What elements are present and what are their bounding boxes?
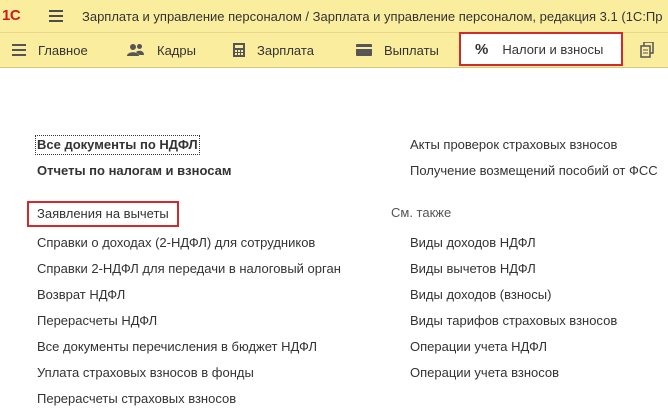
documents-icon bbox=[640, 41, 654, 58]
title-bar: 1С Зарплата и управление персоналом / За… bbox=[0, 0, 668, 33]
link-deduction-applications[interactable]: Заявления на вычеты bbox=[27, 201, 179, 227]
section-payments-label: Выплаты bbox=[384, 42, 439, 58]
link-income-types-contributions[interactable]: Виды доходов (взносы) bbox=[410, 287, 551, 303]
card-icon bbox=[356, 44, 372, 56]
link-fss-reimbursements[interactable]: Получение возмещений пособий от ФСС bbox=[410, 163, 658, 179]
app-logo: 1С bbox=[2, 7, 21, 24]
menu-lines-icon bbox=[12, 44, 26, 56]
link-all-ndfl-documents[interactable]: Все документы по НДФЛ bbox=[35, 135, 200, 155]
link-budget-transfer-documents[interactable]: Все документы перечисления в бюджет НДФЛ bbox=[37, 339, 317, 355]
calculator-icon bbox=[233, 43, 245, 57]
link-contribution-operations[interactable]: Операции учета взносов bbox=[410, 365, 559, 381]
link-insurance-recalculations[interactable]: Перерасчеты страховых взносов bbox=[37, 391, 236, 407]
section-more[interactable] bbox=[640, 33, 666, 67]
section-taxes-label: Налоги и взносы bbox=[502, 41, 604, 57]
link-insurance-tariff-types[interactable]: Виды тарифов страховых взносов bbox=[410, 313, 617, 329]
section-hr-label: Кадры bbox=[157, 42, 196, 58]
see-also-heading: См. также bbox=[391, 205, 452, 220]
section-panel: Главное Кадры Зарплата Выплаты % Налоги … bbox=[0, 32, 668, 68]
link-ndfl-operations[interactable]: Операции учета НДФЛ bbox=[410, 339, 547, 355]
window-title: Зарплата и управление персоналом / Зарпл… bbox=[82, 9, 663, 24]
main-menu-icon[interactable] bbox=[49, 10, 63, 22]
section-taxes[interactable]: % Налоги и взносы bbox=[459, 32, 623, 66]
link-2ndfl-tax-authority[interactable]: Справки 2-НДФЛ для передачи в налоговый … bbox=[37, 261, 341, 277]
section-hr[interactable]: Кадры bbox=[127, 33, 196, 67]
section-salary[interactable]: Зарплата bbox=[233, 33, 314, 67]
link-ndfl-refund[interactable]: Возврат НДФЛ bbox=[37, 287, 125, 303]
link-income-certificates-employees[interactable]: Справки о доходах (2-НДФЛ) для сотрудник… bbox=[37, 235, 315, 251]
percent-icon: % bbox=[475, 40, 489, 58]
link-insurance-audit-acts[interactable]: Акты проверок страховых взносов bbox=[410, 137, 617, 153]
people-icon bbox=[127, 43, 145, 57]
link-insurance-payments[interactable]: Уплата страховых взносов в фонды bbox=[37, 365, 254, 381]
section-payments[interactable]: Выплаты bbox=[356, 33, 439, 67]
link-ndfl-income-types[interactable]: Виды доходов НДФЛ bbox=[410, 235, 536, 251]
section-main[interactable]: Главное bbox=[12, 33, 88, 67]
section-main-label: Главное bbox=[38, 42, 88, 58]
link-tax-reports[interactable]: Отчеты по налогам и взносам bbox=[37, 163, 231, 179]
section-salary-label: Зарплата bbox=[257, 42, 314, 58]
link-ndfl-recalculations[interactable]: Перерасчеты НДФЛ bbox=[37, 313, 157, 329]
link-ndfl-deduction-types[interactable]: Виды вычетов НДФЛ bbox=[410, 261, 536, 277]
